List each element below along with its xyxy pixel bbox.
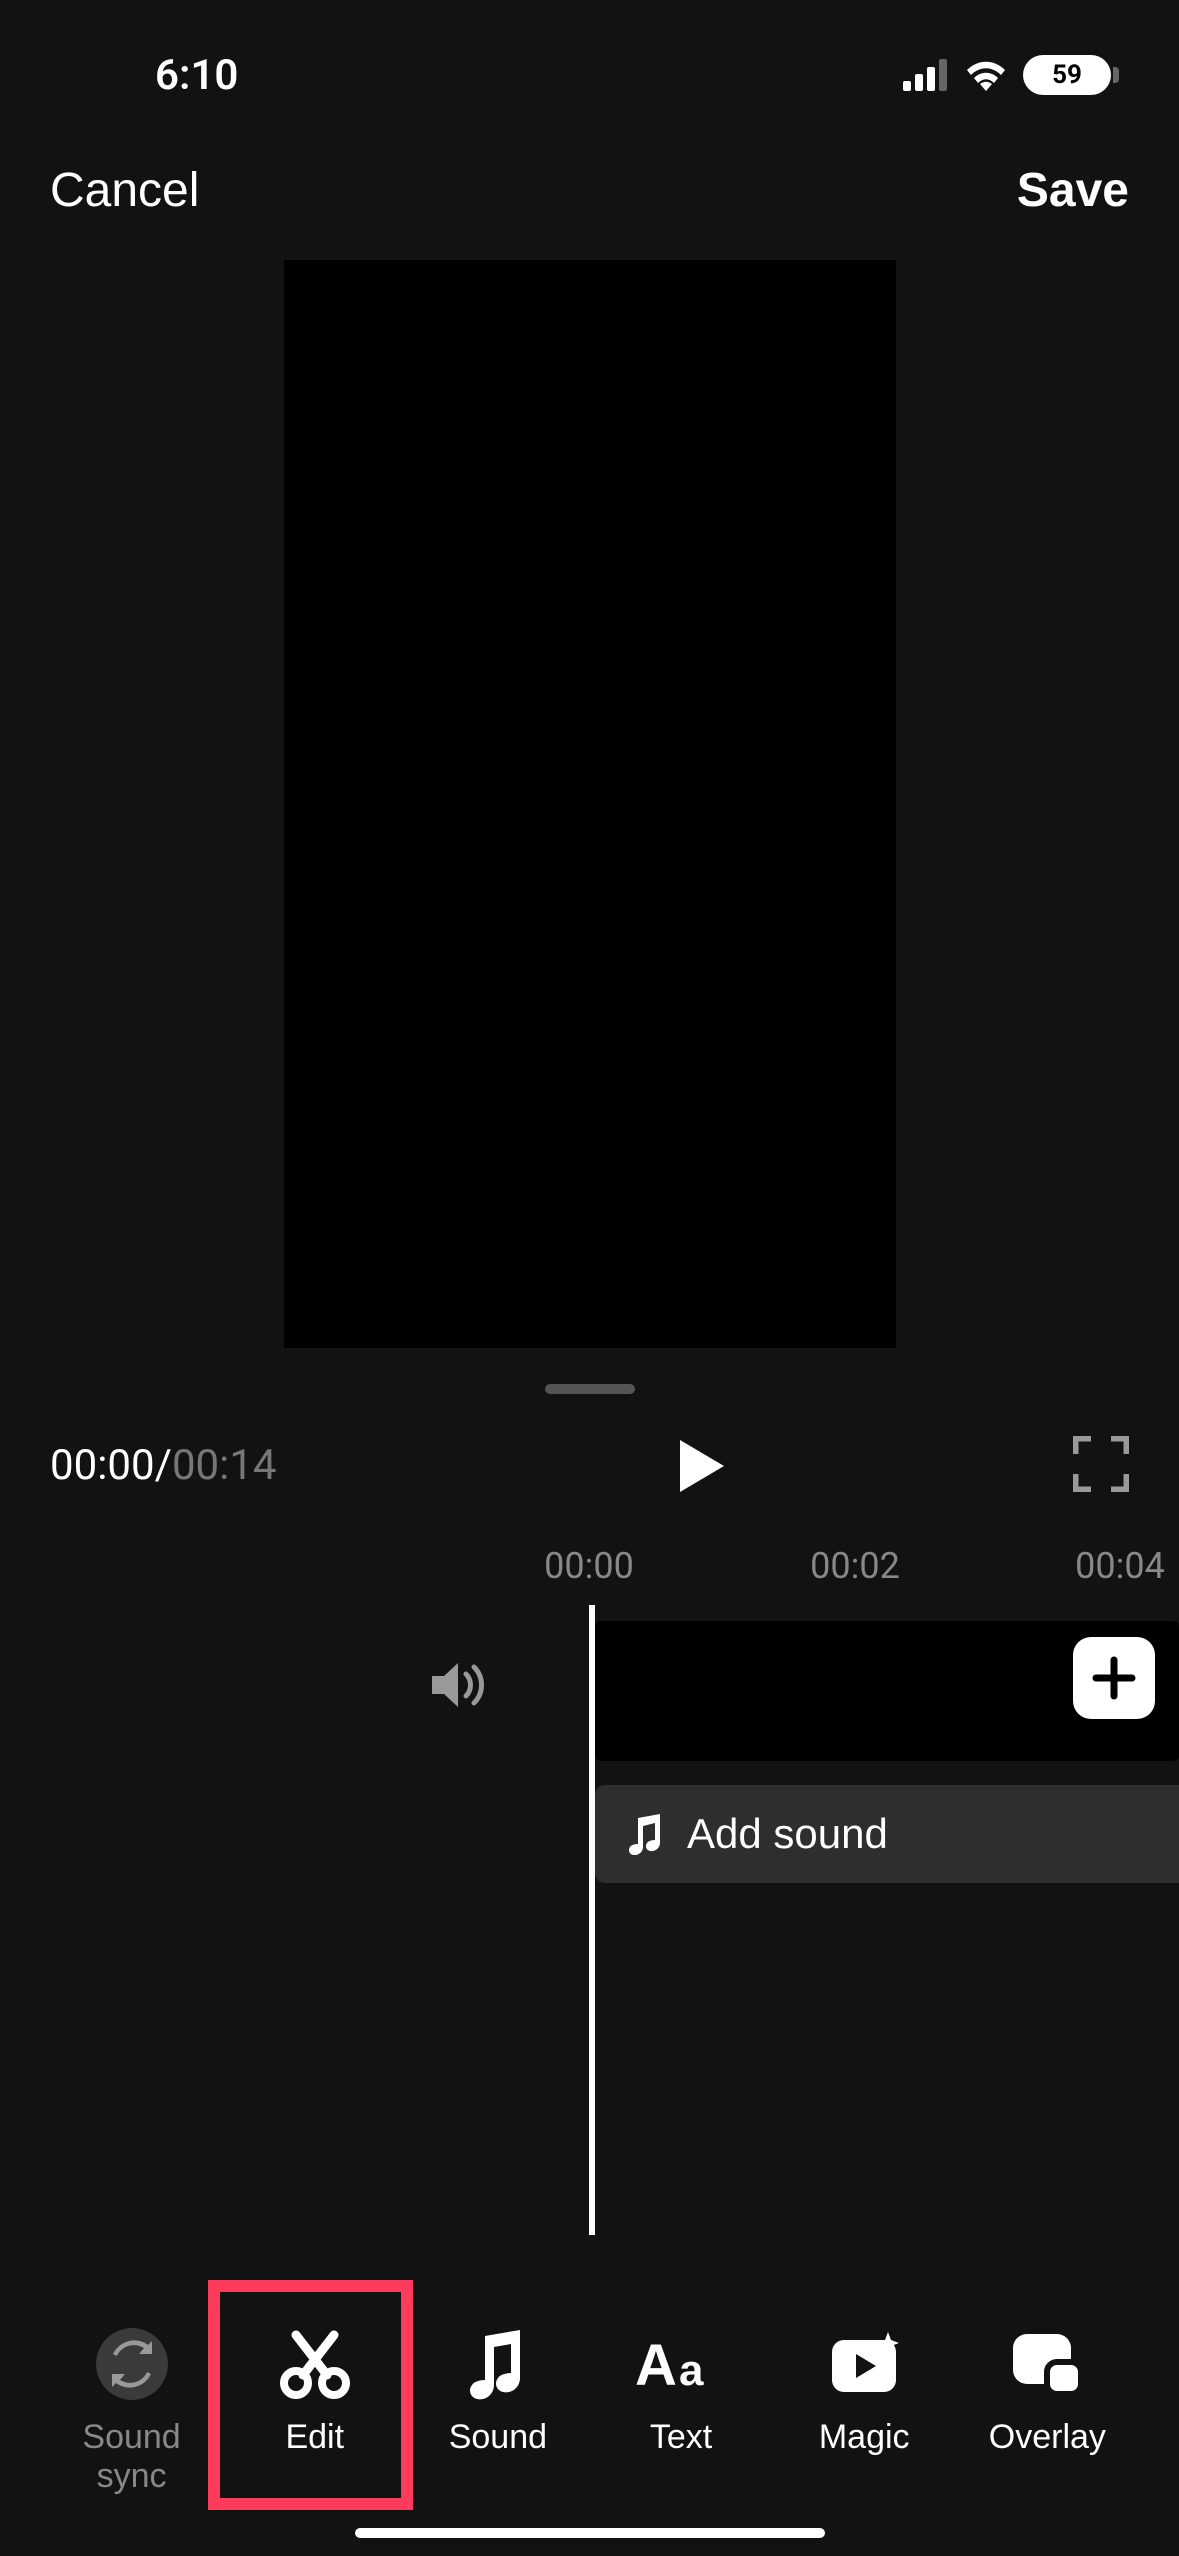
play-icon bbox=[677, 1438, 727, 1494]
edit-highlight-annotation bbox=[208, 2280, 413, 2510]
add-sound-label: Add sound bbox=[687, 1810, 888, 1858]
fullscreen-icon bbox=[1073, 1436, 1129, 1492]
volume-icon[interactable] bbox=[430, 1660, 488, 1714]
time-separator: / bbox=[155, 1441, 172, 1490]
add-clip-button[interactable] bbox=[1073, 1637, 1155, 1719]
header-bar: Cancel Save bbox=[0, 120, 1179, 260]
tool-magic-label: Magic bbox=[819, 2418, 910, 2457]
wifi-icon bbox=[963, 58, 1009, 92]
tool-sound-sync[interactable]: Sound sync bbox=[52, 2304, 212, 2496]
tool-sound[interactable]: Sound bbox=[418, 2304, 578, 2457]
battery-level: 59 bbox=[1052, 60, 1082, 90]
plus-icon bbox=[1090, 1654, 1138, 1702]
status-icons: 59 bbox=[903, 55, 1119, 95]
video-preview[interactable] bbox=[284, 260, 896, 1348]
ruler-tick-0: 00:00 bbox=[544, 1545, 634, 1587]
drag-handle[interactable] bbox=[0, 1384, 1179, 1394]
text-icon: A a bbox=[635, 2324, 727, 2404]
tool-magic[interactable]: Magic bbox=[784, 2304, 944, 2457]
preview-area bbox=[0, 260, 1179, 1348]
status-bar: 6:10 59 bbox=[0, 0, 1179, 120]
tool-sound-sync-label: Sound sync bbox=[52, 2418, 212, 2496]
play-button[interactable] bbox=[677, 1438, 727, 1494]
time-current: 00:00 bbox=[50, 1441, 155, 1490]
cellular-signal-icon bbox=[903, 59, 949, 91]
time-total: 00:14 bbox=[172, 1441, 277, 1490]
tool-text-label: Text bbox=[650, 2418, 712, 2457]
tool-text[interactable]: A a Text bbox=[601, 2304, 761, 2457]
battery-icon: 59 bbox=[1023, 55, 1119, 95]
tool-overlay[interactable]: Overlay bbox=[967, 2304, 1127, 2457]
tool-sound-label: Sound bbox=[449, 2418, 547, 2457]
bottom-toolbar: Sound sync Edit Sound A a Text bbox=[0, 2304, 1179, 2496]
ruler-tick-1: 00:02 bbox=[810, 1545, 900, 1587]
add-sound-button[interactable]: Add sound bbox=[595, 1785, 1179, 1883]
music-icon bbox=[466, 2324, 530, 2404]
timeline-ruler: 00:00 00:02 00:04 bbox=[0, 1545, 1179, 1605]
overlay-icon bbox=[1009, 2324, 1085, 2404]
sync-icon bbox=[94, 2324, 170, 2404]
tool-overlay-label: Overlay bbox=[989, 2418, 1106, 2457]
playback-controls: 00:00/00:14 bbox=[0, 1436, 1179, 1495]
svg-text:a: a bbox=[679, 2346, 704, 2395]
status-time: 6:10 bbox=[155, 51, 238, 100]
playhead[interactable] bbox=[589, 1605, 595, 2235]
timeline-area: Add sound bbox=[0, 1605, 1179, 2345]
ruler-tick-2: 00:04 bbox=[1075, 1545, 1165, 1587]
save-button[interactable]: Save bbox=[1017, 163, 1129, 218]
magic-icon bbox=[824, 2324, 904, 2404]
home-indicator[interactable] bbox=[355, 2528, 825, 2538]
cancel-button[interactable]: Cancel bbox=[50, 163, 199, 218]
svg-text:A: A bbox=[635, 2333, 677, 2397]
time-display: 00:00/00:14 bbox=[50, 1441, 277, 1490]
fullscreen-button[interactable] bbox=[1073, 1436, 1129, 1495]
music-note-icon bbox=[625, 1813, 665, 1855]
